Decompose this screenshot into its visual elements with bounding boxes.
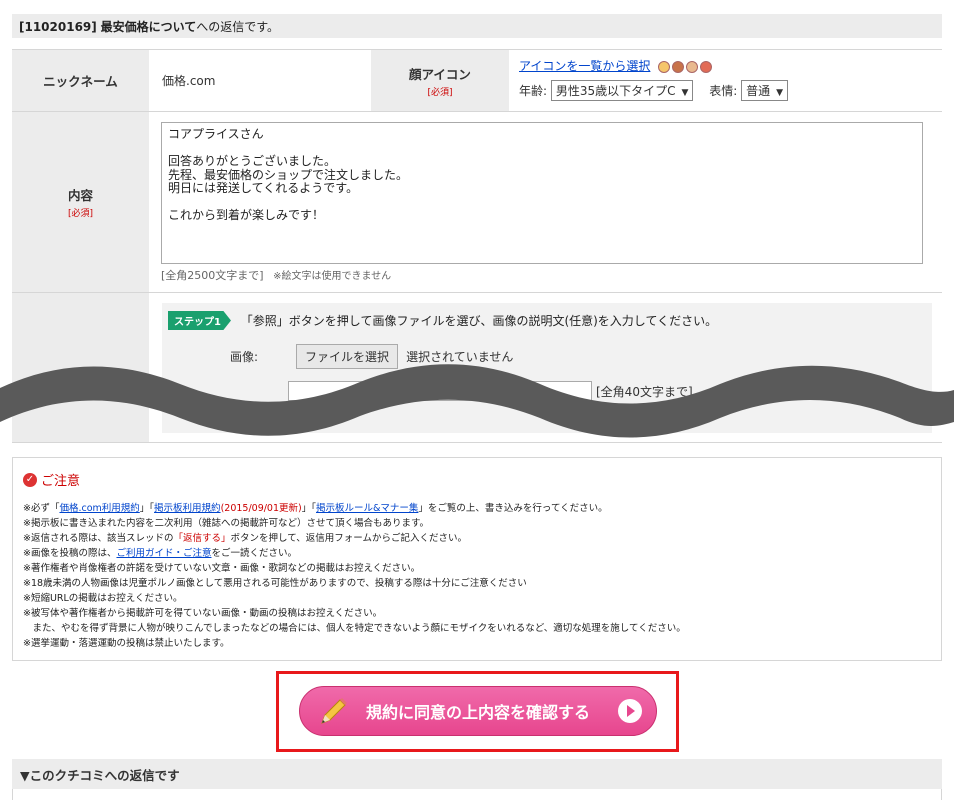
age-label: 年齢: — [519, 84, 548, 98]
notice-line: ※短縮URLの掲載はお控えください。 — [23, 593, 183, 604]
dropdown-arrow-icon: ▼ — [776, 88, 784, 98]
thread-reply-header: [11020169] 最安価格についてへの返信です。 — [12, 14, 942, 38]
content-textarea[interactable]: コアプライスさん 回答ありがとうございました。 先程、最安価格のショップで注文し… — [161, 122, 923, 264]
face-icon-4[interactable] — [700, 60, 713, 73]
notice-title-text: ご注意 — [41, 474, 81, 489]
notice-line-1-sep2: 」「 — [301, 503, 316, 514]
face-icon-label: 顔アイコン — [409, 66, 471, 82]
dropdown-arrow-icon: ▼ — [681, 88, 689, 98]
notice-title: ✓ ご注意 — [23, 470, 931, 489]
content-label-cell: 内容 [必須] — [12, 112, 149, 292]
thread-id: [11020169] — [19, 20, 97, 34]
usage-guide-link[interactable]: ご利用ガイド・ご注意 — [116, 548, 211, 559]
age-select-value: 男性35歳以下タイプC — [555, 84, 676, 98]
content-break-wave — [0, 364, 954, 438]
age-select[interactable]: 男性35歳以下タイプC ▼ — [550, 80, 694, 101]
step-instruction: 「参照」ボタンを押して画像ファイルを選び、画像の説明文(任意)を入力してください… — [240, 314, 718, 328]
notice-box: ✓ ご注意 ※必ず「価格.com利用規約」「掲示板利用規約(2015/09/01… — [12, 457, 942, 661]
content-cell: コアプライスさん 回答ありがとうございました。 先程、最安価格のショップで注文し… — [149, 112, 942, 292]
bbs-rules-link[interactable]: 掲示板ルール&マナー集 — [316, 503, 418, 514]
emoji-note: ※絵文字は使用できません — [273, 271, 392, 282]
notice-line-1-sep1: 」「 — [139, 503, 155, 514]
pencil-icon — [321, 698, 347, 724]
content-hint: [全角2500文字まで] ※絵文字は使用できません — [161, 267, 934, 283]
nickname-label: ニックネーム — [12, 50, 149, 111]
agree-confirm-label: 規約に同意の上内容を確認する — [365, 703, 590, 722]
notice-line-1-post: 」をご覧の上、書き込みを行ってください。 — [418, 503, 608, 514]
step-badge: ステップ1 — [168, 311, 231, 330]
content-row: 内容 [必須] コアプライスさん 回答ありがとうございました。 先程、最安価格の… — [12, 112, 942, 293]
face-icon-2[interactable] — [672, 60, 685, 73]
notice-line: ※18歳未満の人物画像は児童ポルノ画像として悪用される可能性がありますので、投稿… — [23, 578, 527, 589]
notice-line-3-pre: ※返信される際は、該当スレッドの — [23, 533, 174, 544]
required-mark: [必須] — [67, 209, 94, 219]
notice-line: また、やむを得ず背景に人物が映りこんでしまったなどの場合には、個人を特定できない… — [23, 623, 686, 634]
agree-confirm-button[interactable]: 規約に同意の上内容を確認する — [299, 686, 657, 736]
required-mark: [必須] — [427, 87, 453, 98]
face-options: 年齢: 男性35歳以下タイプC ▼ 表情: 普通 ▼ — [519, 80, 932, 101]
play-arrow-icon — [618, 699, 642, 723]
face-icon-selector: アイコンを一覧から選択 年齢: 男性35歳以下タイプC ▼ 表情: 普通 ▼ — [509, 50, 942, 111]
nickname-row: ニックネーム 価格.com 顔アイコン [必須] アイコンを一覧から選択 年齢:… — [12, 50, 942, 112]
nickname-value: 価格.com — [162, 74, 216, 88]
content-limit: [全角2500文字まで] — [161, 269, 264, 282]
notice-line-3-post: ボタンを押して、返信用フォームからご記入ください。 — [230, 533, 467, 544]
expression-select[interactable]: 普通 ▼ — [741, 80, 789, 101]
notice-line-1-pre: ※必ず「 — [23, 503, 60, 514]
thread-title: 最安価格について — [100, 20, 197, 34]
notice-line-4-pre: ※画像を投稿の際は、 — [23, 548, 117, 559]
face-icons — [658, 60, 713, 73]
check-icon: ✓ — [23, 472, 37, 487]
bbs-terms-link[interactable]: 掲示板利用規約 — [154, 503, 221, 514]
reply-button-mention: 「返信する」 — [173, 533, 231, 544]
expression-select-value: 普通 — [746, 84, 771, 98]
cta-highlight-frame: 規約に同意の上内容を確認する — [276, 671, 679, 752]
expression-label: 表情: — [709, 84, 738, 98]
notice-line: ※著作権者や肖像権者の許諾を受けていない文章・画像・歌詞などの掲載はお控えくださ… — [23, 563, 421, 574]
notice-line: ※掲示板に書き込まれた内容を二次利用（雑誌への掲載許可など）させて頂く場合もあり… — [23, 518, 430, 529]
notice-line: ※選挙運動・落選運動の投稿は禁止いたします。 — [23, 638, 230, 649]
face-icon-label-cell: 顔アイコン [必須] — [371, 50, 509, 111]
notice-line: ※返信される際は、該当スレッドの「返信する」ボタンを押して、返信用フォームからご… — [23, 531, 931, 546]
icon-list-link[interactable]: アイコンを一覧から選択 — [519, 59, 650, 73]
face-icon-3[interactable] — [686, 60, 699, 73]
reply-section-body — [12, 789, 942, 800]
notice-line: ※被写体や著作権者から掲載許可を得ていない画像・動画の投稿はお控えください。 — [23, 608, 383, 619]
kakaku-terms-link[interactable]: 価格.com利用規約 — [59, 503, 139, 514]
notice-line: ※必ず「価格.com利用規約」「掲示板利用規約(2015/09/01更新)」「掲… — [23, 501, 931, 516]
reply-section-heading: ▼このクチコミへの返信です — [12, 759, 942, 789]
face-icon-1[interactable] — [658, 60, 671, 73]
thread-suffix: への返信です。 — [196, 20, 280, 34]
terms-updated-date: (2015/09/01更新) — [220, 503, 302, 514]
notice-line: ※画像を投稿の際は、ご利用ガイド・ご注意をご一読ください。 — [23, 546, 931, 561]
content-label: 内容 — [67, 188, 93, 203]
notice-line-4-post: をご一読ください。 — [211, 548, 297, 559]
